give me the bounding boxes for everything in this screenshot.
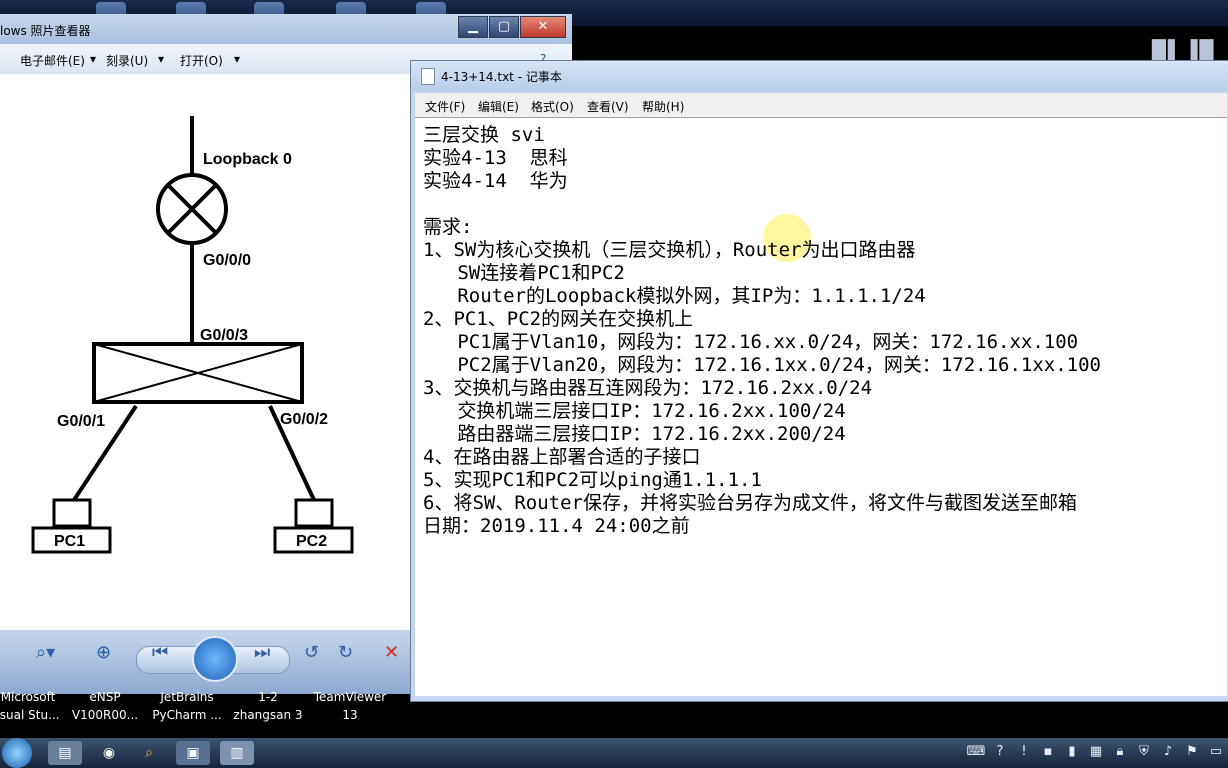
actual-size-icon[interactable]: ⊕: [96, 642, 111, 663]
menu-burn[interactable]: 刻录(U): [106, 52, 148, 69]
next-icon[interactable]: ⏭: [254, 642, 270, 663]
close-button[interactable]: ✕: [520, 16, 566, 38]
start-button[interactable]: [2, 738, 32, 768]
menu-format[interactable]: 格式(O): [531, 98, 574, 115]
dropdown-arrow-icon[interactable]: ▾: [234, 52, 240, 66]
text-line: SW连接着PC1和PC2: [423, 262, 625, 284]
volume-icon[interactable]: ♪: [1156, 744, 1180, 759]
photo-viewer-title-bar[interactable]: lows 照片查看器 ▁ ▢ ✕: [0, 14, 572, 44]
chrome-taskbar-icon[interactable]: ◉: [92, 741, 126, 765]
desktop-app-labels: Microsoft isual Stu... eNSP V100R00... J…: [0, 688, 420, 728]
app-tray-icon[interactable]: ▪: [1036, 744, 1060, 759]
notepad-text-area[interactable]: 三层交换 svi 实验4-13 思科 实验4-14 华为 需求: 1、SW为核心…: [415, 117, 1227, 696]
text-line: 路由器端三层接口IP：172.16.2xx.200/24: [423, 423, 846, 445]
pc1-label: PC1: [54, 533, 85, 550]
flag-icon[interactable]: ⚑: [1180, 744, 1204, 759]
notepad-document-icon: [421, 68, 435, 85]
text-line: PC2属于Vlan20，网段为：172.16.1xx.0/24，网关：172.1…: [423, 354, 1101, 376]
rotate-left-icon[interactable]: ↺: [304, 642, 319, 663]
desktop-app-pycharm[interactable]: JetBrains PyCharm ...: [150, 688, 224, 724]
text-line: 日期：2019.11.4 24:00之前: [423, 515, 690, 537]
photo-viewer-title: lows 照片查看器: [0, 24, 91, 38]
notepad-window: 4-13+14.txt - 记事本 文件(F) 编辑(E) 格式(O) 查看(V…: [410, 60, 1228, 702]
dropdown-arrow-icon[interactable]: ▾: [158, 52, 164, 66]
desktop-app-zhangsan[interactable]: 1-2 zhangsan 3: [230, 688, 306, 724]
text-line: 实验4-13 思科: [423, 147, 568, 169]
text-line: 实验4-14 华为: [423, 170, 568, 192]
text-line: 2、PC1、PC2的网关在交换机上: [423, 308, 694, 330]
text-line: 交换机端三层接口IP：172.16.2xx.100/24: [423, 400, 846, 422]
rotate-right-icon[interactable]: ↻: [338, 642, 353, 663]
desktop-app-teamviewer[interactable]: TeamViewer 13: [308, 688, 392, 724]
menu-edit[interactable]: 编辑(E): [478, 98, 519, 115]
delete-icon[interactable]: ✕: [384, 642, 399, 663]
battery-icon[interactable]: ▮: [1060, 744, 1084, 759]
slideshow-button[interactable]: [192, 636, 238, 682]
display-icon[interactable]: ▭: [1204, 744, 1228, 759]
menu-file[interactable]: 文件(F): [425, 98, 465, 115]
notification-icon[interactable]: !: [1012, 744, 1036, 759]
router-port-label: G0/0/0: [203, 252, 251, 269]
dropdown-arrow-icon[interactable]: ▾: [90, 52, 96, 66]
keyboard-icon[interactable]: ⌨: [964, 744, 988, 759]
pc1-monitor-icon: [52, 498, 92, 528]
notepad-taskbar-icon[interactable]: ▥: [220, 741, 254, 765]
desktop-app-visual-studio[interactable]: Microsoft isual Stu...: [0, 688, 60, 724]
text-line: 需求:: [423, 216, 473, 238]
notepad-title-bar[interactable]: 4-13+14.txt - 记事本: [411, 61, 1228, 91]
desktop-app-ensp[interactable]: eNSP V100R00...: [70, 688, 140, 724]
pc2-label: PC2: [296, 533, 327, 550]
switch-left-port-label: G0/0/1: [57, 413, 105, 430]
shield-icon[interactable]: ⛨: [1132, 744, 1156, 759]
text-line: 4、在路由器上部署合适的子接口: [423, 446, 701, 468]
loopback-label: Loopback 0: [203, 151, 292, 168]
explorer-taskbar-icon[interactable]: ▤: [48, 741, 82, 765]
menu-email[interactable]: 电子邮件(E): [20, 52, 85, 69]
zoom-icon[interactable]: ⌕▾: [36, 642, 55, 663]
text-line: 5、实现PC1和PC2可以ping通1.1.1.1: [423, 469, 762, 491]
maximize-button[interactable]: ▢: [489, 16, 519, 38]
notepad-menu-bar: 文件(F) 编辑(E) 格式(O) 查看(V) 帮助(H): [415, 93, 1227, 117]
menu-help[interactable]: 帮助(H): [642, 98, 684, 115]
switch-right-port-label: G0/0/2: [280, 411, 328, 428]
minimize-button[interactable]: ▁: [458, 16, 488, 38]
text-line: 3、交换机与路由器互连网段为：172.16.2xx.0/24: [423, 377, 873, 399]
lock-icon[interactable]: 🔒︎: [1108, 744, 1132, 759]
search-taskbar-icon[interactable]: ⌕: [132, 741, 166, 765]
menu-open[interactable]: 打开(O): [180, 52, 223, 69]
text-line: 1、SW为核心交换机（三层交换机），Router为出口路由器: [423, 239, 916, 261]
system-tray: ⌨ ? ! ▪ ▮ ▦ 🔒︎ ⛨ ♪ ⚑ ▭: [964, 744, 1228, 759]
text-line: Router的Loopback模拟外网，其IP为：1.1.1.1/24: [423, 285, 926, 307]
notepad-title: 4-13+14.txt - 记事本: [441, 70, 562, 84]
switch-up-port-label: G0/0/3: [200, 327, 248, 344]
taskbar: ▤ ◉ ⌕ ▣ ▥ ⌨ ? ! ▪ ▮ ▦ 🔒︎ ⛨ ♪ ⚑ ▭: [0, 738, 1228, 768]
text-line: 三层交换 svi: [423, 124, 545, 146]
help-icon[interactable]: ?: [988, 744, 1012, 759]
text-line: PC1属于Vlan10，网段为：172.16.xx.0/24，网关：172.16…: [423, 331, 1079, 353]
photo-viewer-taskbar-icon[interactable]: ▣: [176, 741, 210, 765]
menu-view[interactable]: 查看(V): [587, 98, 629, 115]
previous-icon[interactable]: ⏮: [152, 642, 168, 663]
text-line: 6、将SW、Router保存，并将实验台另存为成文件，将文件与截图发送至邮箱: [423, 492, 1077, 514]
network-icon[interactable]: ▦: [1084, 744, 1108, 759]
pc2-monitor-icon: [294, 498, 334, 528]
